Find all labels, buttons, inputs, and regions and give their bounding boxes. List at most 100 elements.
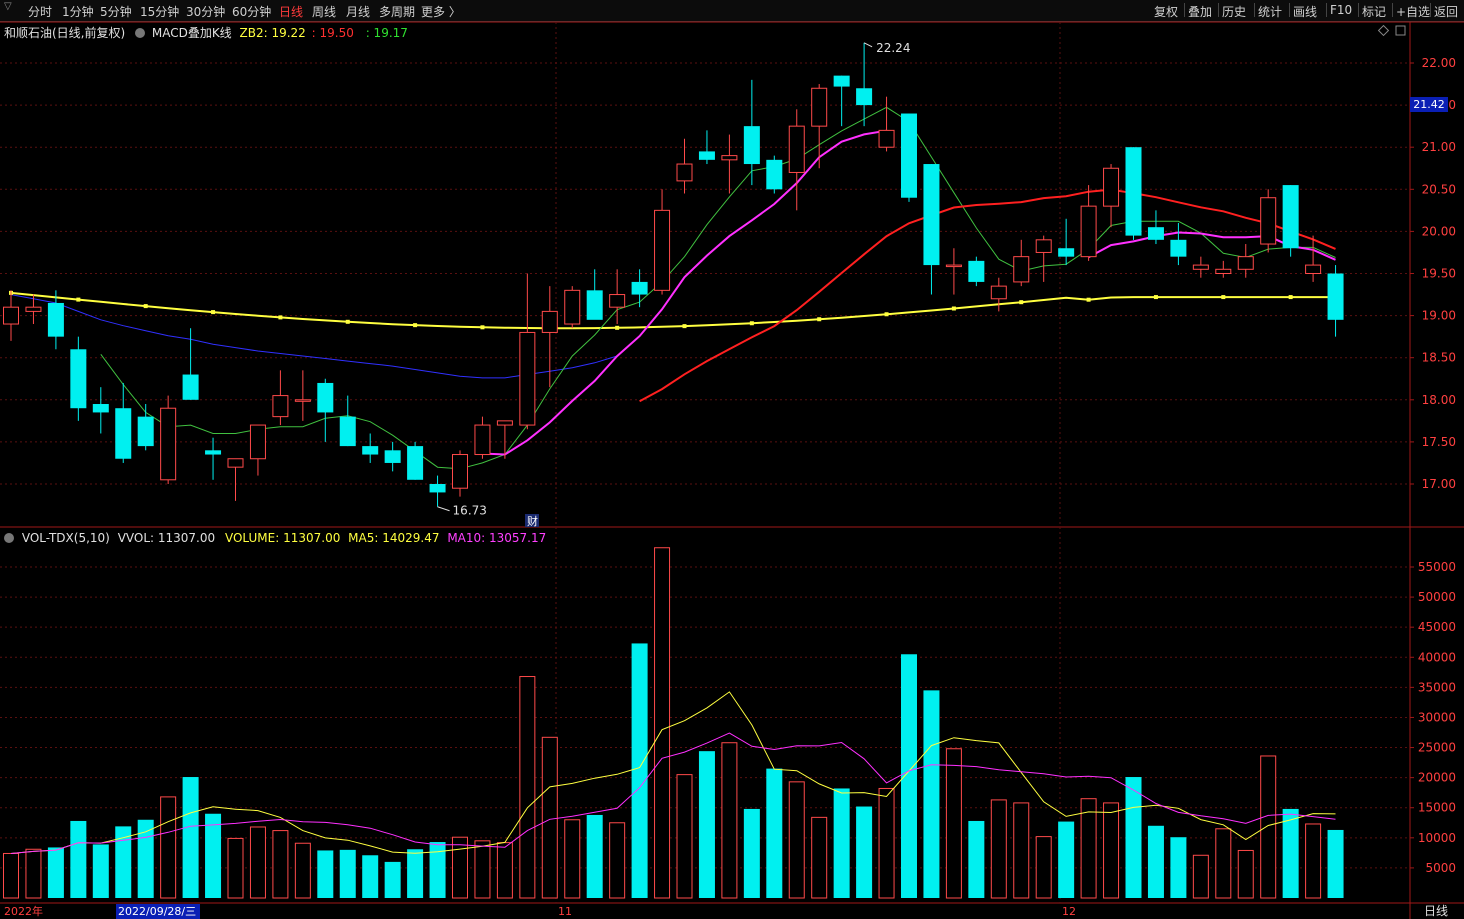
ma-yellow-marker [143, 304, 148, 309]
price-tick-label: 20.50 [1422, 182, 1456, 196]
volume-bar-up [1035, 836, 1052, 899]
volume-bar-down [407, 849, 424, 898]
price-tick-label: 21.00 [1422, 140, 1456, 154]
volume-bar-down [1058, 821, 1075, 898]
candle-body-down [339, 416, 356, 447]
candle-body-up [811, 87, 828, 127]
volume-bar-down [1282, 808, 1299, 898]
candle-body-down [766, 159, 783, 190]
volume-bar-up [496, 842, 513, 899]
candle-body-up [3, 306, 19, 325]
candle-body-up [878, 129, 895, 148]
ma-yellow-marker [615, 325, 620, 330]
candle-body-up [1215, 268, 1232, 275]
candle-body-down [182, 374, 199, 400]
volume-bar-up [721, 742, 738, 899]
volume-bar-down [362, 855, 379, 898]
volume-tick-label: 30000 [1418, 710, 1456, 724]
candle-body-down [384, 450, 401, 463]
period-label: 日线 [1424, 904, 1448, 918]
ma-yellow-marker [1288, 295, 1293, 300]
candle-body-up [294, 399, 311, 402]
kline-chart[interactable]: 17.00 17.50 18.00 18.50 19.00 19.50 20.00 20.50… [0, 0, 1464, 919]
candle-body-up [1080, 205, 1097, 258]
volume-bar-up [609, 822, 626, 899]
ma-yellow-marker [413, 323, 418, 328]
candle-body-up [564, 289, 581, 325]
volume-bar-up [1237, 849, 1254, 899]
ma-yellow-marker [1153, 295, 1158, 300]
volume-bar-down [698, 751, 715, 898]
volume-bar-up [945, 748, 962, 899]
volume-tick-label: 40000 [1418, 650, 1456, 664]
candle-body-up [1305, 264, 1322, 274]
volume-tick-label: 55000 [1418, 560, 1456, 574]
square-icon [1395, 25, 1406, 36]
candle-body-up [474, 424, 491, 456]
candle-body-up [990, 285, 1007, 300]
volume-tick-label: 25000 [1418, 741, 1456, 755]
ma-yellow-marker [951, 306, 956, 311]
ma-yellow-marker [278, 315, 283, 320]
candle-body-up [945, 264, 962, 268]
candle-body-up [519, 331, 536, 426]
ma-yellow-marker [480, 325, 485, 330]
ma-yellow-marker [682, 324, 687, 329]
volume-bar-up [1260, 755, 1277, 899]
volume-bar-down [317, 850, 334, 898]
candle-body-up [1103, 167, 1120, 207]
ma-yellow-marker [884, 312, 889, 317]
volume-bar-up [249, 826, 266, 899]
candle-body-down [70, 349, 87, 409]
volume-bar-down [743, 808, 760, 898]
candle-body-down [1147, 227, 1164, 240]
volume-bar-up [474, 840, 491, 899]
volume-bar-down [901, 654, 917, 898]
candle-body-up [496, 420, 513, 426]
candle-body-up [1035, 239, 1052, 253]
candle-body-down [923, 164, 940, 266]
volume-tick-label: 5000 [1425, 861, 1456, 875]
candle-body-up [25, 306, 42, 312]
volume-bar-down [968, 820, 985, 898]
candle-body-down [92, 404, 109, 413]
candle-body-down [743, 126, 760, 165]
finance-marker: 财 [527, 514, 538, 528]
low-price-label: 16.73 [453, 504, 487, 518]
candle-body-up [541, 310, 558, 333]
candle-body-up [227, 458, 244, 468]
volume-bar-up [272, 830, 289, 899]
candle-body-down [1327, 273, 1344, 320]
candle-body-up [676, 163, 693, 182]
volume-bar-down [766, 768, 783, 898]
volume-bar-up [1103, 802, 1120, 899]
volume-bar-down [205, 813, 222, 898]
price-tick-label: 17.00 [1422, 477, 1456, 491]
candle-body-up [249, 424, 266, 460]
candle-body-down [698, 151, 715, 160]
volume-bar-down [856, 806, 873, 898]
candle-body-down [47, 302, 64, 337]
ma-yellow-marker [749, 321, 754, 326]
volume-tick-label: 35000 [1418, 680, 1456, 694]
volume-bar-up [990, 799, 1007, 899]
ma-yellow-line [10, 291, 1336, 330]
candle-body-up [452, 454, 468, 489]
ma-yellow-marker [76, 297, 81, 302]
volume-bar-up [811, 816, 828, 899]
year-label: 2022年 [4, 904, 43, 918]
candle-body-down [631, 281, 648, 295]
volume-bar-down [384, 861, 401, 898]
volume-bar-down [631, 643, 648, 898]
volume-bar-up [3, 852, 19, 899]
date-cursor-label: 2022/09/28/三 [118, 905, 196, 918]
volume-bar-up [1305, 823, 1322, 899]
volume-tick-label: 50000 [1418, 590, 1456, 604]
price-tick-label: 19.00 [1422, 309, 1456, 323]
diamond-icon [1377, 24, 1390, 37]
candle-body-up [609, 294, 626, 308]
candle-body-down [407, 446, 424, 480]
high-price-label: 22.24 [876, 41, 910, 55]
ma-yellow-marker [817, 317, 822, 322]
ma-yellow-marker [1019, 300, 1024, 305]
